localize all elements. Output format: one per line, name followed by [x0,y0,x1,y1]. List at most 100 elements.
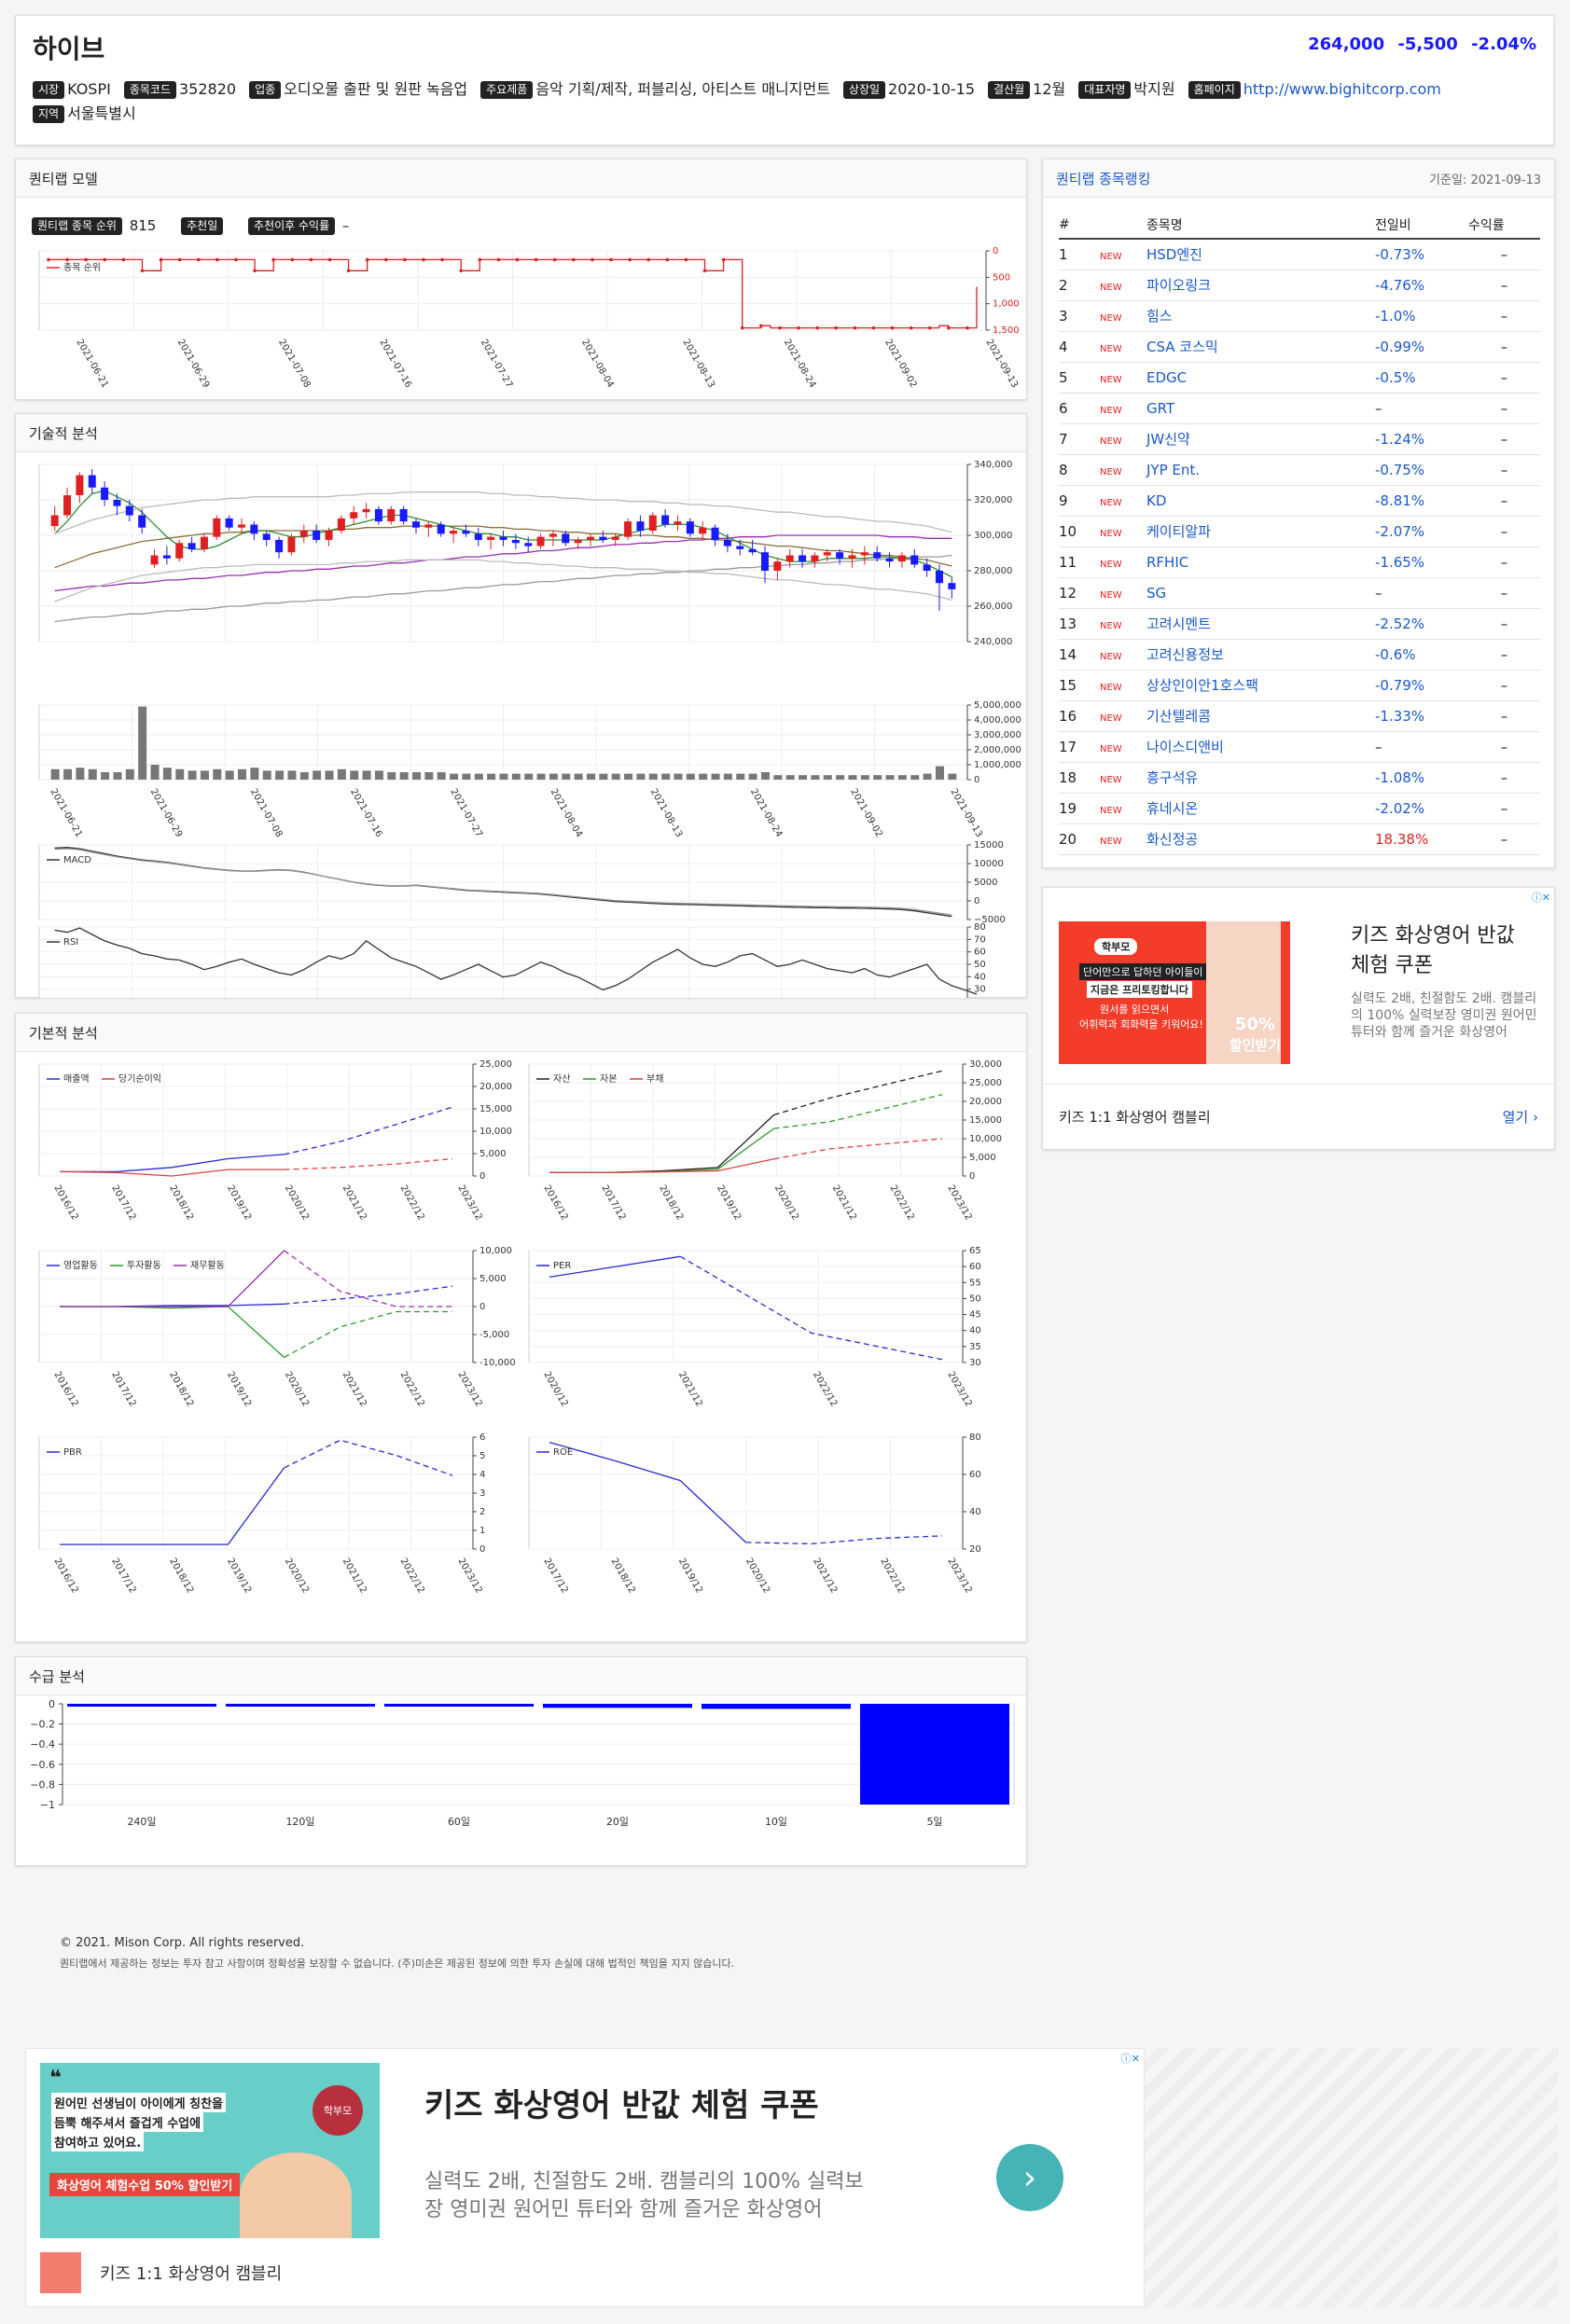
ranking-row[interactable]: 6 NEW GRT – – [1059,393,1540,424]
stock-link[interactable]: JW신약 [1146,431,1190,448]
stock-link[interactable]: HSD엔진 [1146,246,1202,263]
ranking-row[interactable]: 13 NEW 고려시멘트 -2.52% – [1059,608,1540,640]
stock-link[interactable]: 고려시멘트 [1146,616,1211,632]
volume-bar [736,773,745,780]
ranking-row[interactable]: 12 NEW SG – – [1059,577,1540,609]
y-tick-label: 60 [974,948,986,958]
stock-link[interactable]: 상상인이안1호스팩 [1146,677,1258,694]
ad-side-image[interactable]: 학부모 단어만으로 답하던 아이들이 지금은 프리토킹합니다 원서를 읽으면서 … [1059,921,1290,1064]
ranking-row[interactable]: 14 NEW 고려신용정보 -0.6% – [1059,639,1540,671]
stock-link[interactable]: KD [1146,492,1166,509]
ad-bottom-img-coupon: 화상영어 체험수업 50% 할인받기 [49,2173,241,2196]
ranking-title[interactable]: 퀀티랩 종목랭킹 [1056,169,1150,188]
ad-bottom-arrow-button[interactable]: › [996,2144,1063,2211]
ranking-row[interactable]: 18 NEW 흥구석유 -1.08% – [1059,762,1540,794]
ad-side-title[interactable]: 키즈 화상영어 반값 체험 쿠폰 [1351,921,1537,981]
info-label: 대표자명 [1078,81,1132,99]
y-tick-label: 70 [974,934,986,945]
ranking-row[interactable]: 9 NEW KD -8.81% – [1059,485,1540,517]
return-value: – [1500,245,1508,263]
x-tick-label: 2020/12 [283,1556,311,1595]
ad-open-link[interactable]: 열기 › [1503,1107,1538,1127]
candle-body [648,515,657,532]
volume-bar [524,773,534,780]
homepage-link[interactable]: http://www.bighitcorp.com [1243,80,1441,98]
stock-link[interactable]: EDGC [1146,369,1187,386]
supply-header: 수급 분석 [16,1657,1026,1695]
x-tick-label: 2021/12 [340,1370,368,1408]
rank-number: 9 [1059,491,1068,509]
ranking-row[interactable]: 7 NEW JW신약 -1.24% – [1059,423,1540,455]
return-value: – [1500,584,1508,602]
candle-body [101,487,109,500]
stock-link[interactable]: 나이스디앤비 [1146,739,1224,755]
y-tick-label: 0 [974,896,980,906]
stock-link[interactable]: 휴네시온 [1146,800,1198,817]
volume-bar [799,775,808,780]
rank-point [740,325,744,330]
volume-bar [275,770,285,780]
ad-side-footer[interactable]: 키즈 1:1 화상영어 캠블리 열기 › [1043,1084,1554,1149]
ranking-row[interactable]: 11 NEW RFHIC -1.65% – [1059,546,1540,578]
ranking-row[interactable]: 3 NEW 힘스 -1.0% – [1059,300,1540,332]
daily-change: -1.65% [1375,553,1425,571]
stock-link[interactable]: 흥구석유 [1146,769,1198,786]
stock-link[interactable]: SG [1146,585,1166,602]
new-badge: NEW [1100,282,1122,293]
ad-bottom-advertiser-row[interactable]: 키즈 1:1 화상영어 캠블리 [40,2252,282,2293]
ranking-row[interactable]: 20 NEW 화신정공 18.38% – [1059,823,1540,855]
ranking-row[interactable]: 4 NEW CSA 코스믹 -0.99% – [1059,331,1540,363]
daily-change: -4.76% [1375,276,1425,294]
rank-point [909,325,913,330]
ad-bottom-info-icon[interactable]: ⓘ✕ [1121,2051,1140,2066]
stock-link[interactable]: 케이티알파 [1146,523,1211,540]
ad-bottom-img-line1: 원어민 선생님이 아이에게 칭찬을 [51,2093,227,2112]
info-label: 결산월 [988,81,1031,99]
ad-side[interactable]: ⓘ✕ 학부모 단어만으로 답하던 아이들이 지금은 프리토킹합니다 원서를 읽으… [1042,887,1555,1150]
candle-body [63,495,72,516]
ranking-table-header: # 종목명 전일비 수익률 [1059,211,1540,240]
ad-info-icon[interactable]: ⓘ✕ [1532,890,1550,905]
y-tick-label: 5,000,000 [974,700,1021,711]
rank-point [140,269,145,273]
new-badge: NEW [1100,559,1122,570]
rec-return-value: – [341,217,350,234]
rank-point [197,257,201,262]
ranking-row[interactable]: 2 NEW 파이오링크 -4.76% – [1059,270,1540,301]
rank-number: 8 [1059,461,1068,478]
x-tick-label: 2021-06-29 [148,787,185,839]
ad-bottom-image[interactable]: ❝ 원어민 선생님이 아이에게 칭찬을 듬뿍 해주셔서 즐겁게 수업에 참여하고… [40,2063,380,2238]
x-tick-label: 2020/12 [743,1556,771,1595]
stock-link[interactable]: 화신정공 [1146,831,1198,848]
ranking-row[interactable]: 1 NEW HSD엔진 -0.73% – [1059,239,1540,270]
ranking-row[interactable]: 15 NEW 상상인이안1호스팩 -0.79% – [1059,670,1540,701]
volume-bar [699,773,708,780]
candle-body [50,515,59,527]
stock-link[interactable]: JYP Ent. [1146,462,1200,478]
stock-link[interactable]: 파이오링크 [1146,277,1211,294]
ranking-row[interactable]: 10 NEW 케이티알파 -2.07% – [1059,516,1540,547]
candle-body [424,524,433,528]
ad-bottom[interactable]: ⓘ✕ ❝ 원어민 선생님이 아이에게 칭찬을 듬뿍 해주셔서 즐겁게 수업에 참… [25,2048,1145,2307]
candle-body [811,555,819,562]
volume-bar [723,773,732,780]
stock-link[interactable]: 기산텔레콤 [1146,708,1211,725]
rank-number: 10 [1059,522,1077,540]
col-change: 전일비 [1375,211,1468,240]
stock-link[interactable]: CSA 코스믹 [1146,339,1218,355]
volume-bar [412,772,422,780]
ranking-row[interactable]: 8 NEW JYP Ent. -0.75% – [1059,454,1540,486]
candle-body [586,536,594,540]
rank-point [552,257,557,262]
stock-link[interactable]: 힘스 [1146,308,1173,325]
stock-link[interactable]: GRT [1146,400,1174,417]
ranking-row[interactable]: 17 NEW 나이스디앤비 – – [1059,731,1540,763]
volume-bar [238,768,247,780]
ad-bottom-title[interactable]: 키즈 화상영어 반값 체험 쿠폰 [424,2086,819,2125]
ranking-row[interactable]: 5 NEW EDGC -0.5% – [1059,362,1540,394]
ranking-row[interactable]: 19 NEW 휴네시온 -2.02% – [1059,793,1540,824]
return-value: – [1500,707,1508,725]
stock-link[interactable]: RFHIC [1146,554,1188,571]
ranking-row[interactable]: 16 NEW 기산텔레콤 -1.33% – [1059,700,1540,732]
stock-link[interactable]: 고려신용정보 [1146,646,1224,663]
